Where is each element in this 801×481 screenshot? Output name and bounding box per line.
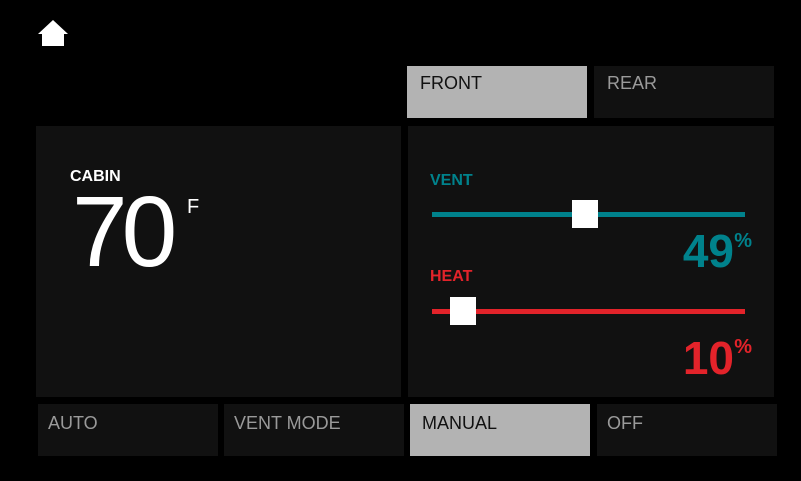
home-button[interactable] — [37, 19, 69, 49]
cabin-temperature: 70 — [72, 176, 177, 288]
vent-slider-thumb[interactable] — [572, 200, 599, 228]
vent-percent-unit: % — [734, 230, 752, 252]
heat-percent-unit: % — [734, 336, 752, 358]
vent-slider-track[interactable] — [432, 200, 745, 228]
mode-off-button[interactable]: OFF — [597, 404, 777, 456]
heat-slider-track[interactable] — [432, 297, 745, 325]
mode-vent-button[interactable]: VENT MODE — [224, 404, 404, 456]
vent-label: VENT — [430, 172, 473, 189]
vent-value: 49 — [682, 225, 734, 277]
heat-slider-thumb[interactable] — [450, 297, 477, 325]
heat-value: 10 — [682, 332, 734, 384]
mode-manual-button[interactable]: MANUAL — [410, 404, 590, 456]
cabin-panel: CABIN 70 F — [36, 126, 401, 397]
temperature-unit: F — [187, 196, 200, 218]
tab-rear[interactable]: REAR — [594, 66, 774, 118]
home-icon — [38, 20, 68, 46]
airflow-panel: VENT 49 % HEAT 10 % — [408, 126, 774, 397]
mode-auto-button[interactable]: AUTO — [38, 404, 218, 456]
tab-front[interactable]: FRONT — [407, 66, 587, 118]
heat-label: HEAT — [430, 268, 473, 285]
